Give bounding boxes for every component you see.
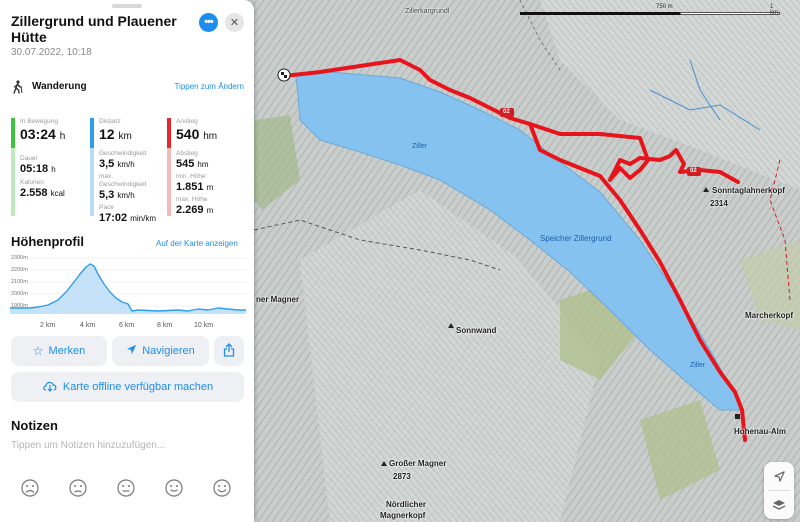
stat-duration: Dauer 05:18 h xyxy=(20,155,56,175)
stat-pace: Pace 17:02 min/km xyxy=(99,204,156,224)
map-label-sonnwand: Sonnwand xyxy=(456,326,497,335)
app-root: Zillerkargrundl Speicher Zillergrund Zil… xyxy=(0,0,800,522)
activity-label: Wanderung xyxy=(32,81,87,92)
scale-label-750m: 750 m xyxy=(656,4,673,10)
profile-title: Höhenprofil xyxy=(11,234,84,249)
activity-type-row[interactable]: Wanderung Tippen zum Ändern xyxy=(11,80,246,94)
start-flag-icon[interactable] xyxy=(277,68,291,82)
very-happy-face-icon[interactable] xyxy=(212,478,232,498)
close-button[interactable]: ✕ xyxy=(225,13,244,32)
neutral-face-icon[interactable] xyxy=(116,478,136,498)
track-title: Zillergrund und Plauener Hütte xyxy=(11,13,177,45)
map-label-ziller-1: Ziller xyxy=(412,143,428,150)
panel-grabber[interactable] xyxy=(112,4,142,8)
happy-face-icon[interactable] xyxy=(164,478,184,498)
stat-min-altitude: min. Höhe 1.851 m xyxy=(176,173,214,193)
navigate-label: Navigieren xyxy=(142,345,195,357)
profile-plot xyxy=(10,257,246,314)
stat-descent: Abstieg 545 hm xyxy=(176,150,209,170)
stat-distance: Distanz 12 km xyxy=(99,118,132,142)
stats-time-column: In Bewegung 03:24 h Dauer 05:18 h Kalori… xyxy=(11,118,83,216)
route-badge-2-label: 02 xyxy=(690,168,697,174)
notes-input[interactable]: Tippen um Notizen hinzuzufügen... xyxy=(11,440,165,451)
share-button[interactable] xyxy=(214,336,244,366)
track-detail-panel: Zillergrund und Plauener Hütte 30.07.202… xyxy=(0,0,254,522)
map-label-ziller-2: Ziller xyxy=(690,362,706,369)
layers-icon[interactable] xyxy=(764,491,794,519)
ellipsis-icon: ••• xyxy=(204,16,214,28)
stats-elevation-column: Anstieg 540 hm Abstieg 545 hm min. Höhe … xyxy=(167,118,239,216)
profile-x-tick: 8 km xyxy=(157,322,173,329)
more-button[interactable]: ••• xyxy=(199,13,218,32)
stat-ascent: Anstieg 540 hm xyxy=(176,118,218,142)
map-controls xyxy=(764,462,794,519)
sad-face-icon[interactable] xyxy=(68,478,88,498)
very-sad-face-icon[interactable] xyxy=(20,478,40,498)
elevation-profile-chart[interactable]: 2300m 2200m 2100m 2000m 1900m 2 km 4 km … xyxy=(8,252,248,332)
stat-max-speed: max. Geschwindigkeit 5,3 km/h xyxy=(99,173,147,201)
location-arrow-icon[interactable] xyxy=(764,462,794,490)
route-badge-1-label: 02 xyxy=(503,109,510,115)
change-activity-link[interactable]: Tippen zum Ändern xyxy=(174,82,244,91)
hut-icon xyxy=(735,414,740,419)
profile-x-tick: 4 km xyxy=(80,322,96,329)
navigate-button[interactable]: Navigieren xyxy=(112,336,209,366)
map-label-magnerkopf: Magnerkopf xyxy=(380,511,426,520)
star-icon: ☆ xyxy=(32,344,44,358)
track-date: 30.07.2022, 10:18 xyxy=(11,47,92,58)
stat-bar-green xyxy=(11,118,15,148)
bookmark-button[interactable]: ☆ Merken xyxy=(11,336,107,366)
stat-bar-blue xyxy=(90,118,94,148)
map-label-magner-left: ner Magner xyxy=(256,295,300,304)
map-label-sonntaglahnerkopf-alt: 2314 xyxy=(710,199,728,208)
offline-map-label: Karte offline verfügbar machen xyxy=(62,381,214,393)
stat-bar-red xyxy=(167,118,171,148)
cloud-download-icon xyxy=(42,380,58,395)
share-icon xyxy=(223,342,235,360)
stats-distance-column: Distanz 12 km Geschwindigkeit 3,5 km/h m… xyxy=(90,118,162,224)
profile-x-tick: 10 km xyxy=(194,322,214,329)
profile-x-tick: 6 km xyxy=(119,322,135,329)
map-label-nordlicher: Nördlicher xyxy=(386,500,427,509)
map-label-grosser-magner-alt: 2873 xyxy=(393,472,411,481)
map-label-marcherkopf: Marcherkopf xyxy=(745,311,794,320)
map-label-grosser-magner: Großer Magner xyxy=(389,459,447,468)
stat-max-altitude: max. Höhe 2.269 m xyxy=(176,196,214,216)
stat-moving-time: In Bewegung 03:24 h xyxy=(20,118,66,142)
show-on-map-link[interactable]: Auf der Karte anzeigen xyxy=(156,239,238,248)
stat-speed: Geschwindigkeit 3,5 km/h xyxy=(99,150,147,170)
map-label-zillerkar: Zillerkargrundl xyxy=(405,8,450,15)
map-label-sonntaglahnerkopf: Sonntaglahnerkopf xyxy=(712,186,785,195)
map-label-hohenau-alm: Hohenau-Alm xyxy=(734,427,786,436)
scale-label-1km: 1 km xyxy=(770,4,778,16)
close-icon: ✕ xyxy=(229,17,240,29)
notes-title: Notizen xyxy=(11,418,58,433)
navigation-arrow-icon xyxy=(126,344,137,358)
profile-x-tick: 2 km xyxy=(40,322,56,329)
profile-line xyxy=(10,263,246,312)
hiker-icon xyxy=(13,80,23,94)
map-label-lake: Speicher Zillergrund xyxy=(540,234,612,243)
offline-map-button[interactable]: Karte offline verfügbar machen xyxy=(11,372,244,402)
scale-bar: 750 m 1 km xyxy=(520,4,780,18)
stat-calories: Kalorien 2.558 kcal xyxy=(20,179,65,199)
rating-row xyxy=(20,478,236,502)
bookmark-label: Merken xyxy=(48,345,86,357)
